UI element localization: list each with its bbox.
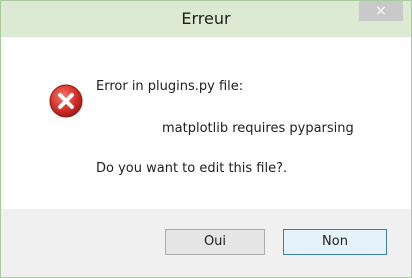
dialog-content: Error in plugins.py file: matplotlib req… bbox=[1, 37, 411, 209]
button-bar: Oui Non bbox=[1, 209, 411, 277]
edit-question: Do you want to edit this file?. bbox=[96, 161, 288, 176]
close-button[interactable]: × bbox=[359, 1, 403, 21]
dialog-title: Erreur bbox=[181, 9, 231, 28]
no-button[interactable]: Non bbox=[283, 229, 387, 255]
yes-button[interactable]: Oui bbox=[165, 229, 265, 255]
error-detail: matplotlib requires pyparsing bbox=[162, 121, 354, 136]
error-icon bbox=[49, 84, 83, 118]
title-bar[interactable]: Erreur × bbox=[1, 1, 411, 37]
error-message: Error in plugins.py file: bbox=[96, 79, 244, 94]
error-dialog: Erreur × Error in plugins.py file: matpl… bbox=[0, 0, 412, 278]
